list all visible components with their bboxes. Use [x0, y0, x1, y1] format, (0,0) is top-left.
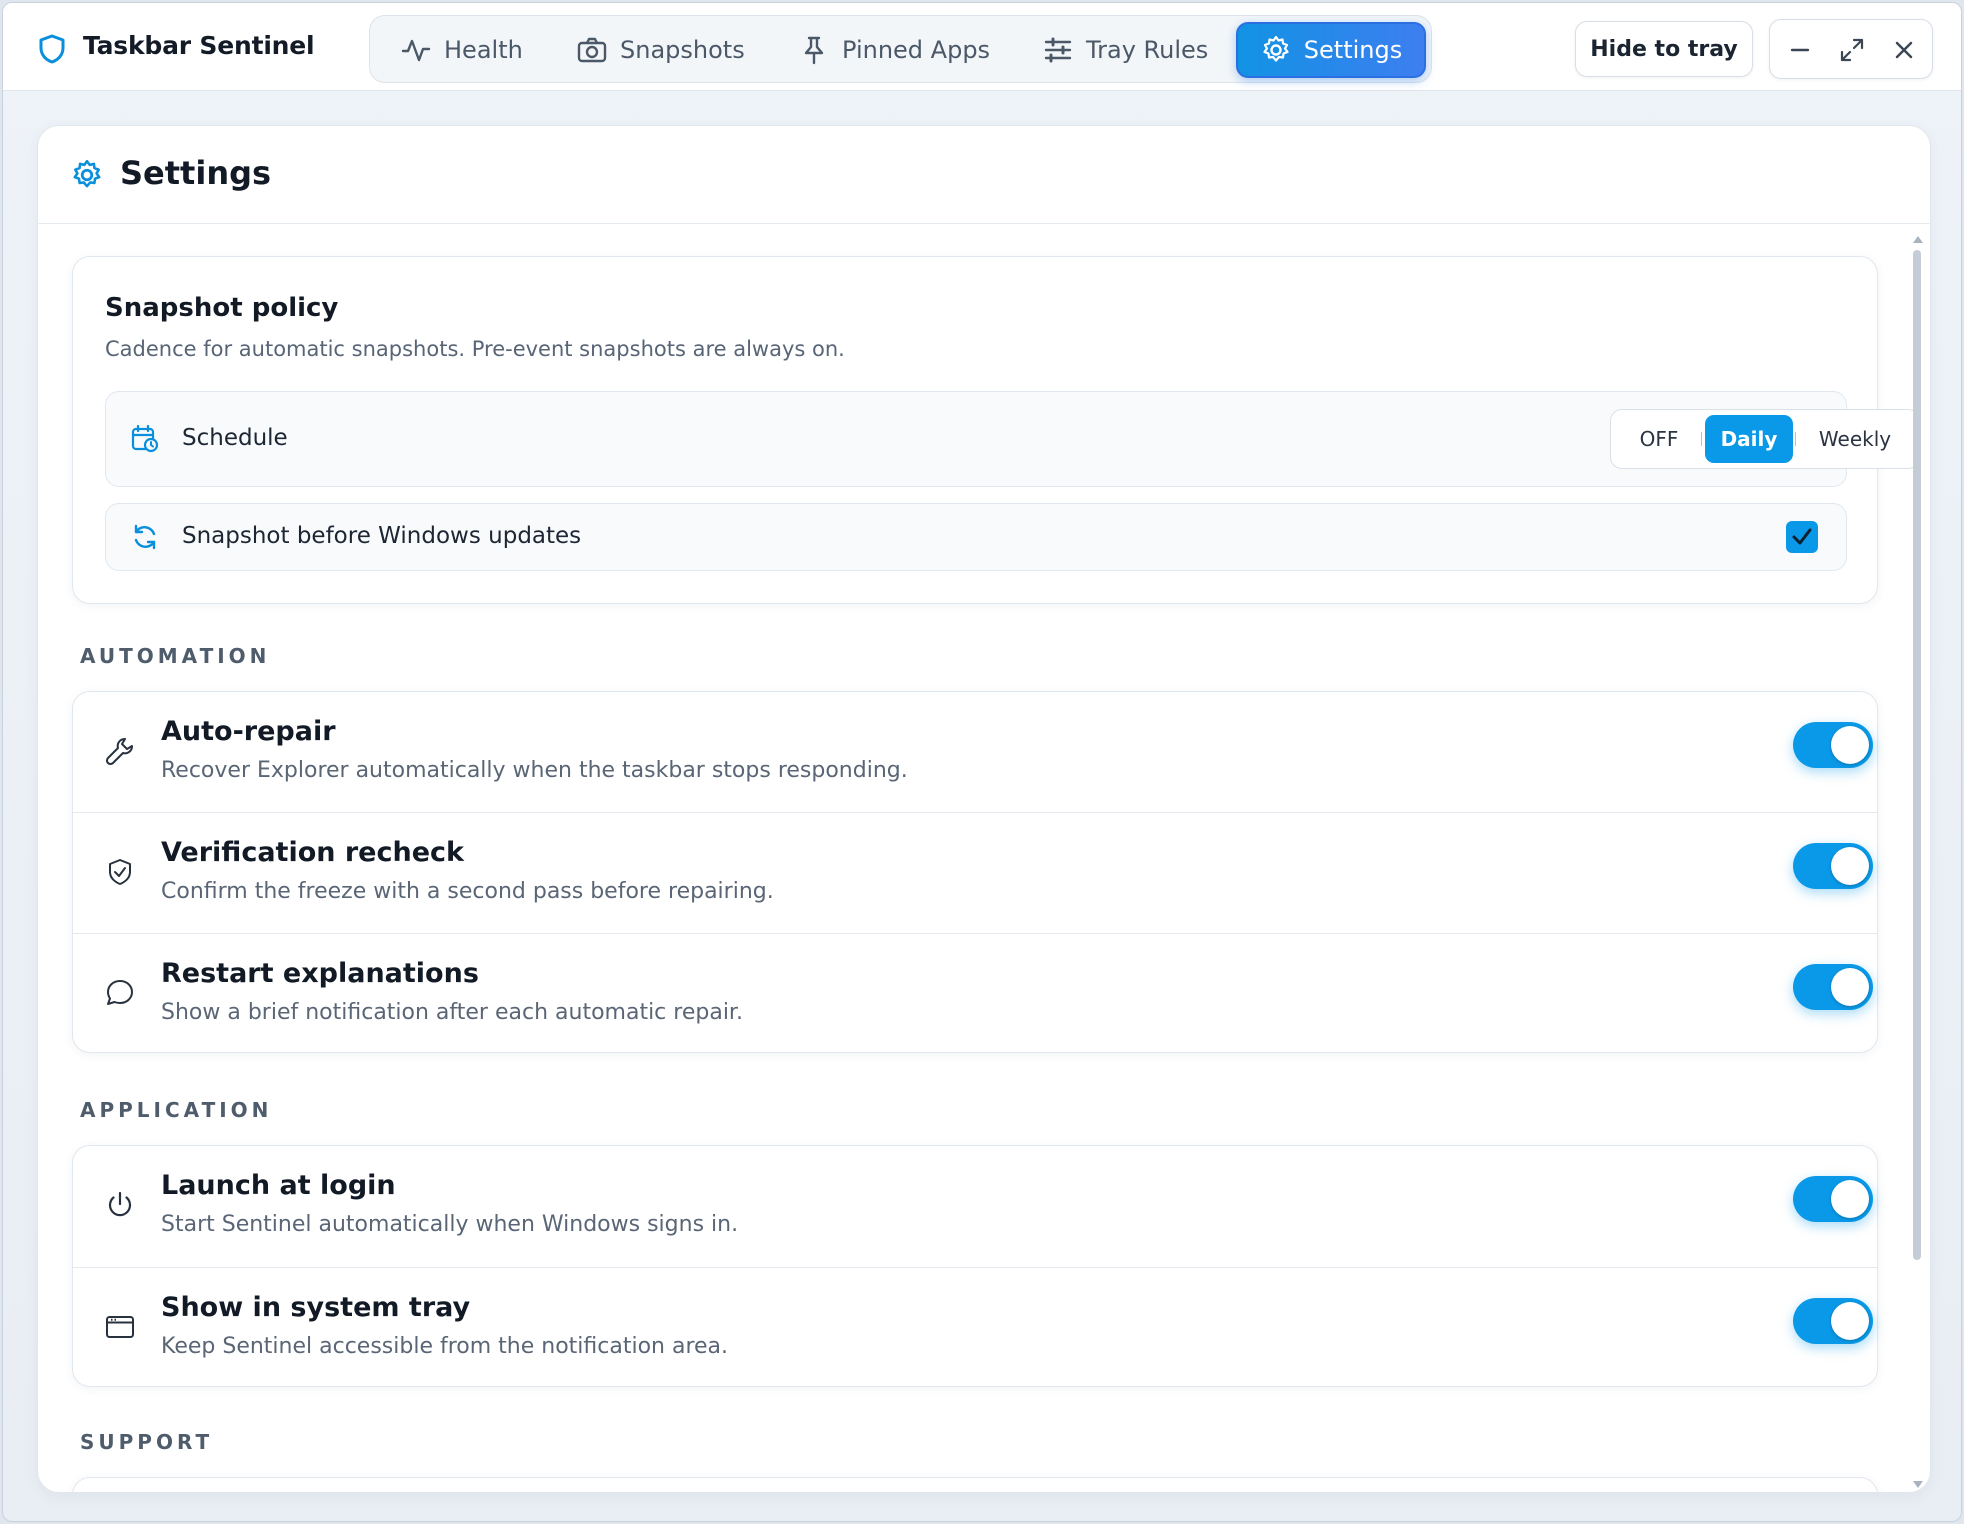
window-icon: [106, 1316, 134, 1338]
title-bar: Taskbar Sentinel Health Snapshots Pinned…: [3, 3, 1961, 91]
minimize-icon[interactable]: [1784, 34, 1816, 66]
setting-verification-recheck: Verification recheck Confirm the freeze …: [73, 812, 1877, 932]
shield-check-icon: [109, 859, 131, 885]
settings-panel: Settings Snapshot policy Cadence for aut…: [37, 125, 1931, 1493]
setting-title: Launch at login: [161, 1170, 396, 1201]
tab-tray-rules[interactable]: Tray Rules: [1042, 22, 1232, 78]
main-tabs: Health Snapshots Pinned Apps Tray Rules …: [369, 15, 1432, 83]
gear-icon: [1263, 35, 1289, 62]
toggle-knob: [1831, 1302, 1869, 1340]
tab-settings[interactable]: Settings: [1236, 22, 1426, 78]
toggle-knob: [1831, 726, 1869, 764]
checkmark-icon: [1792, 528, 1812, 545]
auto-repair-toggle[interactable]: [1793, 722, 1873, 768]
scroll-thumb[interactable]: [1913, 250, 1921, 1260]
tab-pinned-apps[interactable]: Pinned Apps: [798, 22, 998, 78]
setting-launch-at-login: Launch at login Start Sentinel automatic…: [73, 1146, 1877, 1266]
expand-icon[interactable]: [1836, 34, 1868, 66]
card-description: Cadence for automatic snapshots. Pre-eve…: [105, 337, 845, 361]
setting-description: Start Sentinel automatically when Window…: [161, 1212, 739, 1237]
panel-header: Settings: [38, 126, 1930, 224]
calendar-clock-icon: [131, 424, 159, 453]
hide-to-tray-button[interactable]: Hide to tray: [1575, 21, 1753, 77]
snapshot-before-updates-label: Snapshot before Windows updates: [182, 523, 582, 549]
setting-title: Auto-repair: [161, 716, 336, 747]
tab-snapshots[interactable]: Snapshots: [576, 22, 766, 78]
tab-label: Tray Rules: [1086, 36, 1209, 64]
settings-scroll-area[interactable]: Snapshot policy Cadence for automatic sn…: [38, 224, 1930, 1492]
setting-description: Keep Sentinel accessible from the notifi…: [161, 1334, 729, 1359]
verification-recheck-toggle[interactable]: [1793, 843, 1873, 889]
schedule-label: Schedule: [182, 425, 288, 451]
shield-logo-icon: [39, 34, 65, 64]
schedule-segmented-control: OFF Daily Weekly: [1610, 409, 1920, 469]
section-label-automation: AUTOMATION: [80, 644, 271, 668]
tab-label: Settings: [1303, 36, 1403, 64]
setting-description: Recover Explorer automatically when the …: [161, 758, 908, 783]
window-controls: [1769, 19, 1933, 79]
toggle-knob: [1831, 968, 1869, 1006]
section-label-support: SUPPORT: [80, 1430, 214, 1454]
setting-title: Verification recheck: [161, 837, 464, 868]
schedule-option-daily[interactable]: Daily: [1705, 415, 1793, 463]
snapshot-before-updates-row: Snapshot before Windows updates: [105, 503, 1847, 571]
refresh-icon: [134, 524, 156, 550]
schedule-row: Schedule OFF Daily Weekly: [105, 391, 1920, 487]
support-card: [72, 1477, 1878, 1492]
setting-title: Restart explanations: [161, 958, 479, 989]
snapshot-policy-card: Snapshot policy Cadence for automatic sn…: [72, 256, 1920, 604]
scroll-down-arrow[interactable]: [1913, 1481, 1923, 1488]
tab-health[interactable]: Health: [400, 22, 550, 78]
setting-description: Confirm the freeze with a second pass be…: [161, 879, 774, 904]
segment-divider: [1701, 432, 1702, 446]
setting-description: Show a brief notification after each aut…: [161, 1000, 743, 1025]
tab-label: Health: [444, 36, 523, 64]
toggle-knob: [1831, 1180, 1869, 1218]
gear-icon: [73, 159, 101, 188]
setting-show-in-tray: Show in system tray Keep Sentinel access…: [73, 1267, 1877, 1387]
scroll-up-arrow[interactable]: [1913, 236, 1923, 243]
sliders-icon: [1044, 37, 1072, 63]
segment-divider: [1795, 432, 1796, 446]
power-icon: [108, 1191, 132, 1217]
setting-title: Show in system tray: [161, 1292, 471, 1323]
wrench-icon: [105, 738, 133, 766]
snapshot-before-updates-checkbox[interactable]: [1786, 521, 1818, 553]
app-window: Taskbar Sentinel Health Snapshots Pinned…: [2, 2, 1962, 1522]
schedule-option-off[interactable]: OFF: [1619, 415, 1699, 463]
section-label-application: APPLICATION: [80, 1098, 273, 1122]
tab-label: Pinned Apps: [842, 36, 991, 64]
card-title: Snapshot policy: [105, 293, 339, 323]
restart-explanations-toggle[interactable]: [1793, 964, 1873, 1010]
tab-label: Snapshots: [620, 36, 745, 64]
activity-icon: [401, 39, 431, 62]
app-title: Taskbar Sentinel: [83, 31, 315, 60]
camera-icon: [577, 37, 607, 63]
pin-icon: [804, 36, 824, 65]
chat-bubble-icon: [107, 980, 133, 1005]
automation-card: Auto-repair Recover Explorer automatical…: [72, 691, 1878, 1053]
application-card: Launch at login Start Sentinel automatic…: [72, 1145, 1878, 1387]
toggle-knob: [1831, 847, 1869, 885]
launch-at-login-toggle[interactable]: [1793, 1176, 1873, 1222]
vertical-scrollbar[interactable]: [1912, 236, 1923, 1488]
setting-auto-repair: Auto-repair Recover Explorer automatical…: [73, 692, 1877, 812]
page-title: Settings: [120, 154, 272, 192]
show-in-tray-toggle[interactable]: [1793, 1298, 1873, 1344]
close-icon[interactable]: [1888, 34, 1920, 66]
setting-restart-explanations: Restart explanations Show a brief notifi…: [73, 933, 1877, 1053]
schedule-option-weekly[interactable]: Weekly: [1797, 415, 1913, 463]
